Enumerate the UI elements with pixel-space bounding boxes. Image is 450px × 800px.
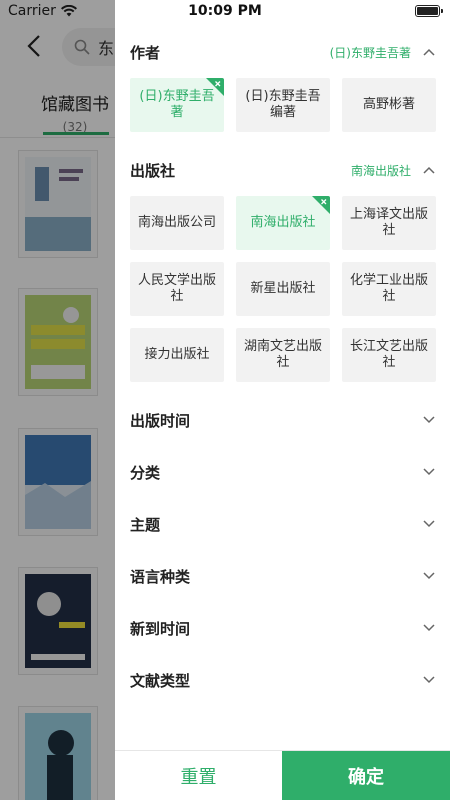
publisher-chip[interactable]: 长江文艺出版社 xyxy=(342,328,436,382)
chevron-down-icon[interactable] xyxy=(423,572,435,580)
author-chip[interactable]: 高野彬著 xyxy=(342,78,436,132)
section-title: 分类 xyxy=(130,463,161,482)
author-chip[interactable]: (日)东野圭吾编著 xyxy=(236,78,330,132)
section-publish-date[interactable]: 出版时间 xyxy=(115,394,450,446)
publisher-chip[interactable]: 新星出版社 xyxy=(236,262,330,316)
filter-drawer: 10:09 PM 作者 (日)东野圭吾著 (日)东野圭吾著 (日)东野圭吾编著 … xyxy=(115,0,450,800)
confirm-button[interactable]: 确定 xyxy=(282,751,450,800)
section-title: 语言种类 xyxy=(130,567,191,586)
chip-label: (日)东野圭吾编著 xyxy=(245,89,321,120)
chip-label: 南海出版公司 xyxy=(138,215,217,230)
section-author-selected: (日)东野圭吾著 xyxy=(329,45,411,60)
section-title: 出版时间 xyxy=(130,411,191,430)
reset-button[interactable]: 重置 xyxy=(115,751,282,800)
section-publisher-title: 出版社 xyxy=(130,161,176,180)
publisher-chip[interactable]: 人民文学出版社 xyxy=(130,262,224,316)
chip-label: 化学工业出版社 xyxy=(350,273,429,304)
chip-label: 人民文学出版社 xyxy=(138,273,217,304)
section-author-title: 作者 xyxy=(130,43,161,62)
chevron-down-icon[interactable] xyxy=(423,520,435,528)
chevron-down-icon[interactable] xyxy=(423,676,435,684)
status-time: 10:09 PM xyxy=(188,3,262,19)
chip-label: 南海出版社 xyxy=(250,215,316,230)
chevron-down-icon[interactable] xyxy=(423,468,435,476)
publisher-chip[interactable]: 南海出版社 xyxy=(236,196,330,250)
chip-label: 高野彬著 xyxy=(362,97,415,112)
chevron-up-icon[interactable] xyxy=(423,166,435,174)
chevron-down-icon[interactable] xyxy=(423,624,435,632)
section-author-header[interactable]: 作者 (日)东野圭吾著 xyxy=(115,26,450,78)
chevron-down-icon[interactable] xyxy=(423,416,435,424)
section-category[interactable]: 分类 xyxy=(115,446,450,498)
author-chip[interactable]: (日)东野圭吾著 xyxy=(130,78,224,132)
section-title: 新到时间 xyxy=(130,619,191,638)
drawer-footer: 重置 确定 xyxy=(115,750,450,800)
section-document-type[interactable]: 文献类型 xyxy=(115,654,450,706)
section-new-arrival[interactable]: 新到时间 xyxy=(115,602,450,654)
section-publisher-selected: 南海出版社 xyxy=(350,163,411,178)
section-title: 文献类型 xyxy=(130,671,191,690)
section-title: 主题 xyxy=(130,515,161,534)
publisher-chip[interactable]: 化学工业出版社 xyxy=(342,262,436,316)
section-subject[interactable]: 主题 xyxy=(115,498,450,550)
filter-list[interactable]: 作者 (日)东野圭吾著 (日)东野圭吾著 (日)东野圭吾编著 高野彬著 出版社 … xyxy=(115,26,450,750)
publisher-chip[interactable]: 上海译文出版社 xyxy=(342,196,436,250)
publisher-chip[interactable]: 南海出版公司 xyxy=(130,196,224,250)
chip-label: 上海译文出版社 xyxy=(350,207,429,238)
chip-label: 湖南文艺出版社 xyxy=(244,339,323,370)
chip-label: (日)东野圭吾著 xyxy=(139,89,215,120)
publisher-chip[interactable]: 接力出版社 xyxy=(130,328,224,382)
publisher-options: 南海出版公司 南海出版社 上海译文出版社 人民文学出版社 新星出版社 化学工业出… xyxy=(115,196,450,394)
battery-icon xyxy=(415,5,443,17)
remove-icon[interactable] xyxy=(206,78,224,96)
chevron-up-icon[interactable] xyxy=(423,48,435,56)
section-language[interactable]: 语言种类 xyxy=(115,550,450,602)
publisher-chip[interactable]: 湖南文艺出版社 xyxy=(236,328,330,382)
author-options: (日)东野圭吾著 (日)东野圭吾编著 高野彬著 xyxy=(115,78,450,144)
remove-icon[interactable] xyxy=(312,196,330,214)
section-publisher-header[interactable]: 出版社 南海出版社 xyxy=(115,144,450,196)
chip-label: 新星出版社 xyxy=(250,281,316,296)
chip-label: 长江文艺出版社 xyxy=(350,339,429,370)
chip-label: 接力出版社 xyxy=(144,347,210,362)
